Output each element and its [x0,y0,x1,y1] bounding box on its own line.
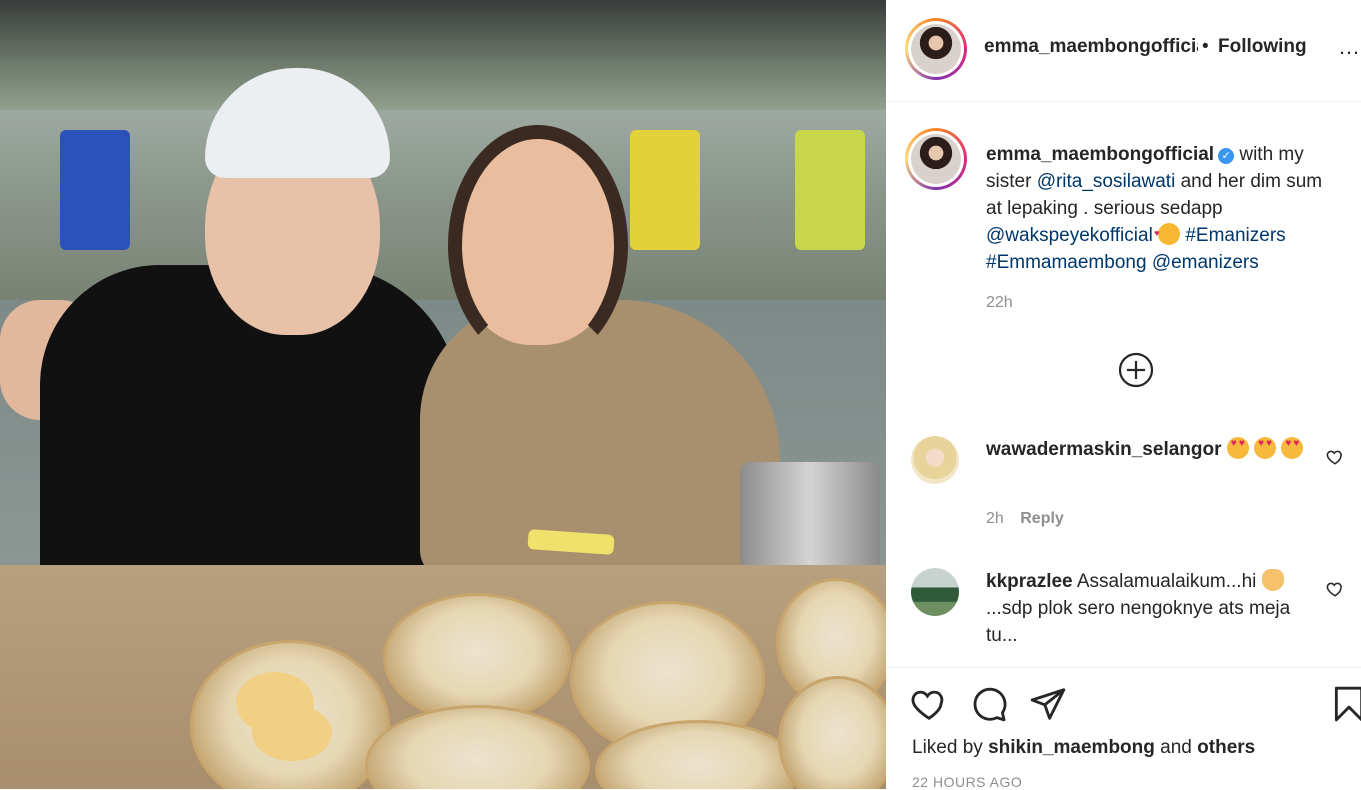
comment-meta: 2h Reply [986,510,1064,528]
caption-hashtag[interactable]: #Emanizers [1185,225,1285,246]
like-heart-icon[interactable] [910,685,948,723]
photo-chair [795,130,865,250]
commenter-avatar[interactable] [911,436,959,484]
photo-bun [252,705,332,761]
comment-username[interactable]: wawadermaskin_selangor [986,439,1222,460]
separator-dot: • [1202,36,1209,57]
comment-item: kkprazlee Assalamualaikum...hi ...sdp pl… [986,568,1316,649]
share-send-icon[interactable] [1029,685,1067,723]
liked-by-user[interactable]: shikin_maembong [988,737,1155,758]
liked-by-others[interactable]: others [1197,737,1255,758]
comment-text: Assalamualaikum...hi [1076,571,1257,592]
photo-background-ceiling [0,0,886,110]
heart-eyes-emoji-icon [1281,437,1304,459]
heart-eyes-emoji-icon [1254,437,1277,459]
reply-button[interactable]: Reply [1020,510,1064,527]
following-button[interactable]: Following [1218,36,1307,58]
liked-by-summary: Liked by shikin_maembong and others [912,737,1255,759]
post-actions-bar: Liked by shikin_maembong and others 22 H… [886,667,1361,790]
caption-username[interactable]: emma_maembongofficial [986,144,1214,165]
caption-timestamp[interactable]: 22h [986,294,1013,312]
post-header: emma_maembongofficial • Following … [886,0,1361,102]
post-timestamp[interactable]: 22 HOURS AGO [912,774,1022,790]
smiling-face-with-hearts-emoji-icon [1154,220,1181,247]
more-options-icon[interactable]: … [1338,36,1361,58]
post-details-panel: emma_maembongofficial • Following … emma… [886,0,1361,790]
post-caption: emma_maembongofficial ✓ with my sister @r… [986,141,1332,276]
comment-like-heart-icon[interactable] [1326,580,1344,598]
comment-time[interactable]: 2h [986,510,1004,527]
liked-by-and: and [1160,737,1192,758]
clapping-hands-emoji-icon [1261,569,1284,591]
photo-chair [630,130,700,250]
photo-chair [60,130,130,250]
caption-mention[interactable]: @emanizers [1152,252,1259,273]
photo-person-hair [448,125,628,365]
heart-eyes-emoji-icon [1226,437,1249,459]
liked-by-prefix: Liked by [912,737,983,758]
comment-like-heart-icon[interactable] [1326,448,1344,466]
caption-mention[interactable]: @wakspeyekofficial [986,225,1153,246]
comment-username[interactable]: kkprazlee [986,571,1073,592]
commenter-avatar[interactable] [911,568,959,616]
save-bookmark-icon[interactable] [1330,685,1361,723]
caption-mention[interactable]: @rita_sosilawati [1037,171,1176,192]
load-more-comments-icon[interactable] [1118,352,1154,388]
verified-badge-icon: ✓ [1218,148,1235,164]
caption-author-avatar[interactable] [905,128,967,190]
comment-item: wawadermaskin_selangor [986,436,1316,463]
post-photo[interactable] [0,0,886,789]
photo-dimsum-basket [383,593,571,723]
comment-bubble-icon[interactable] [970,685,1008,723]
author-username[interactable]: emma_maembongofficial [984,36,1198,58]
comment-text: ...sdp plok sero nengoknye ats meja tu..… [986,598,1291,646]
author-avatar[interactable] [905,18,967,80]
caption-hashtag[interactable]: #Emmamaembong [986,252,1147,273]
